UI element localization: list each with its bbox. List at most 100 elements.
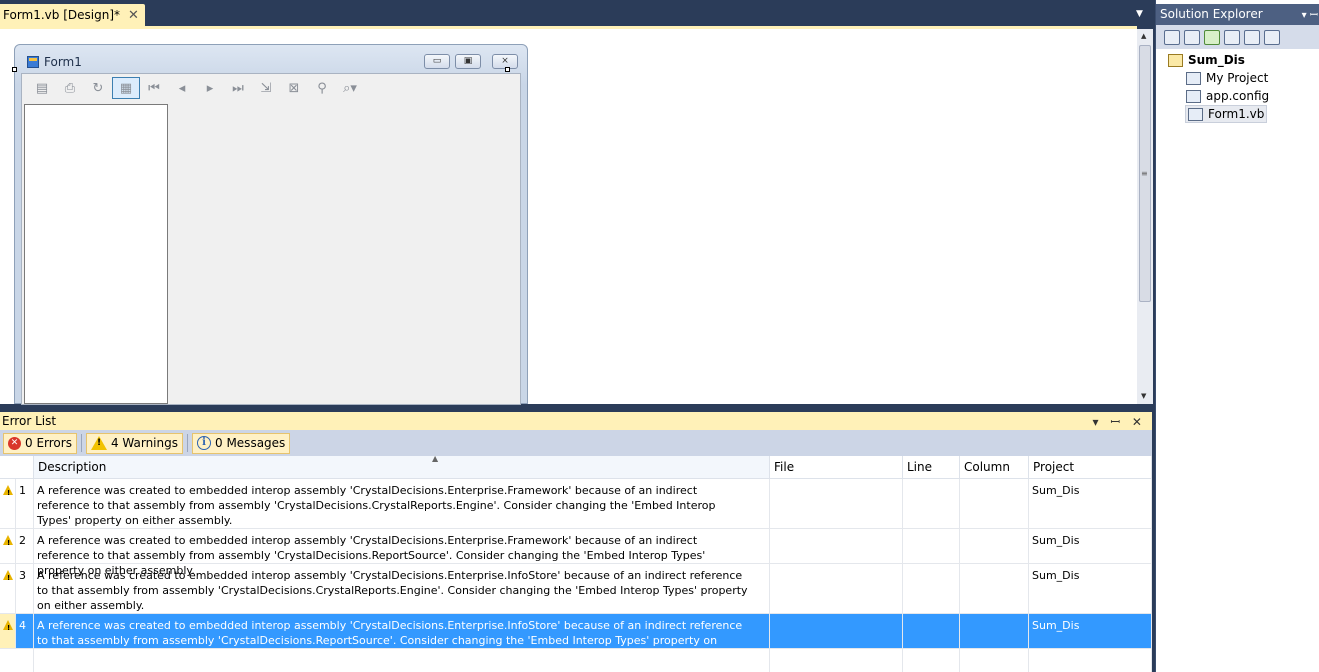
tree-item-app-config[interactable]: app.config (1186, 87, 1269, 105)
scroll-down-icon[interactable]: ▼ (1141, 392, 1146, 400)
column-header-line[interactable]: Line (903, 456, 960, 479)
column-header-file[interactable]: File (770, 456, 903, 479)
row-line (903, 564, 960, 613)
class-diagram-icon[interactable] (1264, 29, 1280, 45)
config-file-icon (1186, 89, 1201, 103)
errors-filter-label: 0 Errors (25, 436, 72, 450)
designer-surface[interactable]: Form1 ▭ ▣ ⨯ ▤ ⎙ ↻ ▦ ⏮ ◂ ▸ ⏭ ⇲ ⊠ ⚲ ⌕▾ (0, 26, 1137, 405)
column-header-project[interactable]: Project (1029, 456, 1152, 479)
crystal-report-viewer[interactable]: ▤ ⎙ ↻ ▦ ⏮ ◂ ▸ ⏭ ⇲ ⊠ ⚲ ⌕▾ (21, 73, 521, 405)
row-description: A reference was created to embedded inte… (34, 529, 770, 577)
row-line (903, 479, 960, 528)
messages-filter-label: 0 Messages (215, 436, 286, 450)
panel-window-buttons[interactable]: ▾ ꟷ (1302, 7, 1318, 21)
solution-explorer-panel: Solution Explorer ▾ ꟷ Sum_Dis My Project… (1155, 0, 1319, 672)
row-description: A reference was created to embedded inte… (34, 479, 770, 528)
group-tree-panel[interactable] (24, 104, 168, 404)
row-number: 4 (16, 614, 34, 648)
my-project-icon (1186, 71, 1201, 85)
close-tab-icon[interactable]: ✕ (128, 8, 139, 23)
find-icon[interactable]: ⚲ (308, 77, 336, 99)
view-code-icon[interactable] (1224, 29, 1240, 45)
form-icon (27, 56, 39, 68)
warning-icon (3, 570, 13, 586)
row-line (903, 529, 960, 563)
minimize-button[interactable]: ▭ (424, 54, 450, 69)
document-tab-strip: Form1.vb [Design]* ✕ ▼ (0, 0, 1155, 26)
table-row[interactable]: 2 A reference was created to embedded in… (0, 529, 1152, 577)
print-icon[interactable]: ⎙ (56, 77, 84, 99)
first-page-icon[interactable]: ⏮ (140, 77, 168, 99)
error-grid: ▲ Description File Line Column Project 1… (0, 454, 1152, 672)
row-description: A reference was created to embedded inte… (34, 564, 770, 613)
row-project: Sum_Dis (1029, 614, 1152, 648)
table-row[interactable]: 3 A reference was created to embedded in… (0, 564, 1152, 614)
column-header-column[interactable]: Column (960, 456, 1029, 479)
form1-window[interactable]: Form1 ▭ ▣ ⨯ ▤ ⎙ ↻ ▦ ⏮ ◂ ▸ ⏭ ⇲ ⊠ ⚲ ⌕▾ (12, 44, 528, 405)
refresh-icon[interactable]: ↻ (84, 77, 112, 99)
table-row-selected[interactable]: 4 A reference was created to embedded in… (0, 614, 1152, 662)
resize-handle[interactable] (12, 67, 17, 72)
row-column (960, 479, 1029, 528)
show-all-files-icon[interactable] (1184, 29, 1200, 45)
row-file (770, 479, 903, 528)
prev-page-icon[interactable]: ◂ (168, 77, 196, 99)
warning-icon (3, 620, 13, 636)
column-header-description[interactable]: ▲ Description (34, 454, 770, 479)
row-column (960, 529, 1029, 563)
refresh-icon[interactable] (1204, 29, 1220, 45)
tree-item-my-project[interactable]: My Project (1186, 69, 1268, 87)
errors-filter-button[interactable]: ✕ 0 Errors (3, 432, 77, 454)
document-dropdown-icon[interactable]: ▼ (1136, 9, 1143, 19)
row-description: A reference was created to embedded inte… (34, 614, 770, 662)
row-file (770, 564, 903, 613)
tree-item-solution[interactable]: Sum_Dis (1168, 51, 1245, 69)
zoom-icon[interactable]: ⌕▾ (336, 77, 364, 99)
resize-handle[interactable] (505, 67, 510, 72)
solution-explorer-title: Solution Explorer (1160, 7, 1263, 21)
column-header-icon[interactable] (0, 456, 34, 479)
row-column (960, 614, 1029, 648)
solution-explorer-titlebar: Solution Explorer ▾ ꟷ (1156, 4, 1319, 25)
next-page-icon[interactable]: ▸ (196, 77, 224, 99)
separator (80, 434, 82, 452)
properties-icon[interactable] (1164, 29, 1180, 45)
table-row-empty (0, 649, 1152, 672)
table-row[interactable]: 1 A reference was created to embedded in… (0, 479, 1152, 529)
toggle-tree-icon[interactable]: ▦ (112, 77, 140, 99)
warnings-filter-button[interactable]: 4 Warnings (85, 432, 183, 454)
row-project: Sum_Dis (1029, 529, 1152, 563)
project-icon (1168, 53, 1183, 67)
error-list-title: Error List (2, 414, 57, 428)
error-icon: ✕ (8, 436, 21, 450)
row-project: Sum_Dis (1029, 564, 1152, 613)
viewer-toolbar: ▤ ⎙ ↻ ▦ ⏮ ◂ ▸ ⏭ ⇲ ⊠ ⚲ ⌕▾ (22, 74, 520, 102)
form-file-icon (1188, 107, 1203, 121)
separator (187, 434, 188, 452)
tree-item-form1[interactable]: Form1.vb (1185, 105, 1268, 123)
maximize-button[interactable]: ▣ (455, 54, 481, 69)
row-column (960, 564, 1029, 613)
goto-page-icon[interactable]: ⇲ (252, 77, 280, 99)
tab-form1-design[interactable]: Form1.vb [Design]* ✕ (0, 4, 145, 26)
close-view-icon[interactable]: ⊠ (280, 77, 308, 99)
view-designer-icon[interactable] (1244, 29, 1260, 45)
warning-icon (3, 535, 13, 551)
info-icon: i (197, 436, 211, 450)
form1-title: Form1 (44, 55, 82, 69)
export-icon[interactable]: ▤ (28, 77, 56, 99)
row-number: 3 (16, 564, 34, 613)
messages-filter-button[interactable]: i 0 Messages (192, 432, 291, 454)
row-file (770, 614, 903, 648)
warning-icon (90, 436, 107, 450)
warnings-filter-label: 4 Warnings (110, 436, 178, 450)
designer-scrollbar[interactable]: ▲ ≡ ▼ (1137, 29, 1153, 404)
scroll-up-icon[interactable]: ▲ (1141, 32, 1146, 40)
row-project: Sum_Dis (1029, 479, 1152, 528)
warning-icon (3, 485, 13, 501)
last-page-icon[interactable]: ⏭ (224, 77, 252, 99)
error-list-titlebar: Error List (0, 412, 1152, 430)
row-number: 1 (16, 479, 34, 528)
panel-window-buttons[interactable]: ▾ ꟷ ✕ (1093, 413, 1146, 430)
row-file (770, 529, 903, 563)
